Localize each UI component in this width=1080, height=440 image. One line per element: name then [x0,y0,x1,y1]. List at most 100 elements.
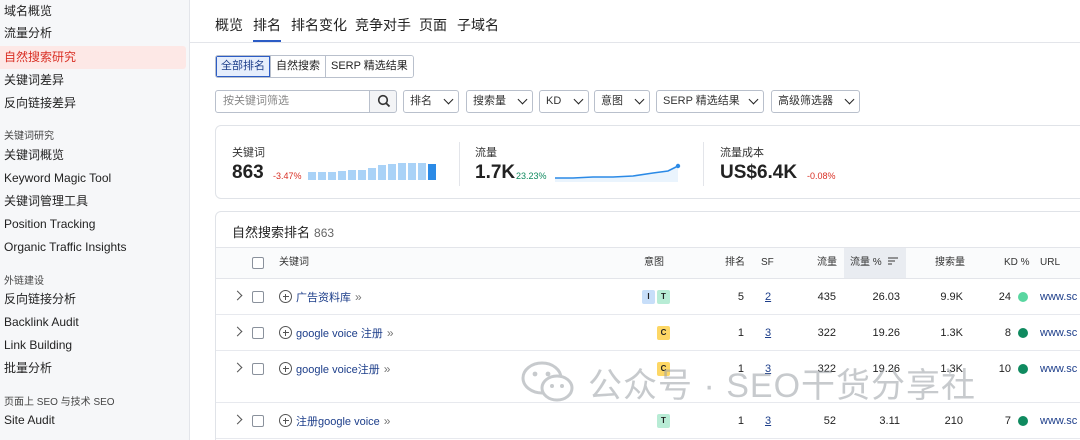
row-checkbox[interactable] [252,327,264,339]
chevron-down-icon [634,94,645,105]
column-header-kd[interactable]: KD % [1004,248,1030,278]
expand-row-icon[interactable] [232,326,243,337]
column-header-url[interactable]: URL [1040,248,1060,278]
sf-count-link[interactable]: 3 [765,315,771,351]
serp-analysis-icon[interactable]: » [355,279,362,315]
add-to-list-icon[interactable] [279,326,292,339]
sidebar-item-keyword-gap[interactable]: 关键词差异 [0,69,186,92]
advanced-filters-dropdown[interactable]: 高级筛选器 [771,90,860,113]
sidebar-item-traffic-analysis[interactable]: 流量分析 [0,22,186,45]
table-row[interactable]: 注册google voice » T 1 3 52 3.11 210 7 www.… [216,403,1080,439]
expand-row-icon[interactable] [232,414,243,425]
position-filter-dropdown[interactable]: 排名 [403,90,459,113]
keyword-filter-input[interactable]: 按关键词筛选 [215,90,370,113]
kd-value: 24 [998,291,1011,303]
tab-position-changes[interactable]: 排名变化 [291,10,347,40]
sidebar-item-keyword-magic-tool[interactable]: Keyword Magic Tool [0,167,186,190]
traffic-percent-value: 26.03 [872,291,900,303]
volume-value: 9.9K [940,291,963,303]
sf-count-link[interactable]: 3 [765,403,771,439]
url-link[interactable]: www.sc [1040,279,1077,315]
sidebar-item-keyword-manager[interactable]: 关键词管理工具 [0,190,186,213]
column-header-traffic[interactable]: 流量 [817,248,837,278]
select-all-checkbox[interactable] [252,257,264,269]
sidebar-section-onpage-tech-seo: 页面上 SEO 与技术 SEO [4,397,115,408]
add-to-list-icon[interactable] [279,362,292,375]
kd-value: 10 [998,363,1011,375]
row-checkbox[interactable] [252,291,264,303]
keywords-trend-bars [308,163,436,180]
chevron-down-icon [748,94,759,105]
watermark: 公众号 · SEO干货分享社 [520,357,976,407]
traffic-percent-value: 19.26 [872,327,900,339]
add-to-list-icon[interactable] [279,414,292,427]
traffic-cost-metric-value[interactable]: US$6.4K [720,162,797,184]
traffic-metric-value[interactable]: 1.7K [475,162,515,184]
table-row[interactable]: 广告资料库 » I T 5 2 435 26.03 9.9K 24 www.sc [216,279,1080,315]
segment-organic[interactable]: 自然搜索 [271,56,326,77]
url-link[interactable]: www.sc [1040,315,1077,351]
metrics-card: 关键词 863 -3.47% 流量 1.7K 23.23% 流量成本 US$6.… [215,125,1080,199]
url-link[interactable]: www.sc [1040,351,1077,387]
keyword-link[interactable]: 注册google voice » [296,403,391,439]
metric-divider [703,142,704,186]
sidebar-item-link-building[interactable]: Link Building [0,334,186,357]
sidebar-item-site-audit[interactable]: Site Audit [0,409,186,432]
kd-filter-dropdown[interactable]: KD [539,90,589,113]
row-checkbox[interactable] [252,415,264,427]
sidebar-section-link-building: 外链建设 [4,276,44,287]
keyword-link[interactable]: 广告资料库 » [296,279,362,315]
sidebar-item-position-tracking[interactable]: Position Tracking [0,213,186,236]
traffic-cost-metric-label: 流量成本 [720,147,764,159]
sidebar-item-backlink-audit[interactable]: Backlink Audit [0,311,186,334]
serp-analysis-icon[interactable]: » [387,315,394,351]
column-header-traffic-percent[interactable]: 流量 % [844,248,906,278]
sidebar-item-organic-research[interactable]: 自然搜索研究 [0,46,186,69]
column-header-position[interactable]: 排名 [725,248,745,278]
intent-badge-informational: I [642,290,655,304]
sidebar-item-backlink-gap[interactable]: 反向链接差异 [0,92,186,115]
sidebar-item-backlink-analytics[interactable]: 反向链接分析 [0,288,186,311]
keywords-metric-value[interactable]: 863 [232,162,264,184]
column-header-sf[interactable]: SF [761,248,774,278]
expand-row-icon[interactable] [232,290,243,301]
add-to-list-icon[interactable] [279,290,292,303]
column-header-keyword[interactable]: 关键词 [279,248,309,278]
traffic-value: 322 [817,327,836,339]
tab-overview[interactable]: 概览 [215,10,243,40]
sidebar-item-domain-overview[interactable]: 域名概览 [0,0,186,23]
sidebar-item-bulk-analysis[interactable]: 批量分析 [0,357,186,380]
sidebar-item-organic-traffic-insights[interactable]: Organic Traffic Insights [0,236,186,259]
table-row[interactable]: google voice 注册» C 1 3 322 19.26 1.3K 8 … [216,315,1080,351]
dropdown-label: SERP 精选结果 [663,95,740,107]
keyword-text: google voice注册 [296,364,380,376]
serp-features-filter-dropdown[interactable]: SERP 精选结果 [656,90,764,113]
kd-indicator-dot [1018,364,1028,374]
column-header-volume[interactable]: 搜索量 [935,248,965,278]
serp-analysis-icon[interactable]: » [384,351,391,387]
volume-filter-dropdown[interactable]: 搜索量 [466,90,533,113]
serp-analysis-icon[interactable]: » [384,403,391,439]
search-button[interactable] [369,90,397,113]
sidebar-item-keyword-overview[interactable]: 关键词概览 [0,144,186,167]
traffic-value: 52 [823,415,836,427]
keyword-link[interactable]: google voice注册 » [296,351,391,387]
traffic-percent-value: 3.11 [879,415,900,427]
keyword-link[interactable]: google voice 注册 » [296,315,394,351]
expand-row-icon[interactable] [232,362,243,373]
traffic-trend-sparkline [555,163,681,182]
keyword-text: 广告资料库 [296,292,351,304]
column-header-intent[interactable]: 意图 [644,248,664,278]
sf-count-link[interactable]: 2 [765,279,771,315]
wechat-logo-icon [521,361,574,402]
tab-positions[interactable]: 排名 [253,10,281,42]
row-checkbox[interactable] [252,363,264,375]
url-link[interactable]: www.sc [1040,403,1077,439]
tab-subdomains[interactable]: 子域名 [457,10,499,40]
segment-all-positions[interactable]: 全部排名 [216,56,271,77]
tab-pages[interactable]: 页面 [419,10,447,40]
intent-filter-dropdown[interactable]: 意图 [594,90,650,113]
tab-competitors[interactable]: 竞争对手 [355,10,411,40]
keyword-text: google voice 注册 [296,328,383,340]
segment-serp-features[interactable]: SERP 精选结果 [326,56,413,77]
